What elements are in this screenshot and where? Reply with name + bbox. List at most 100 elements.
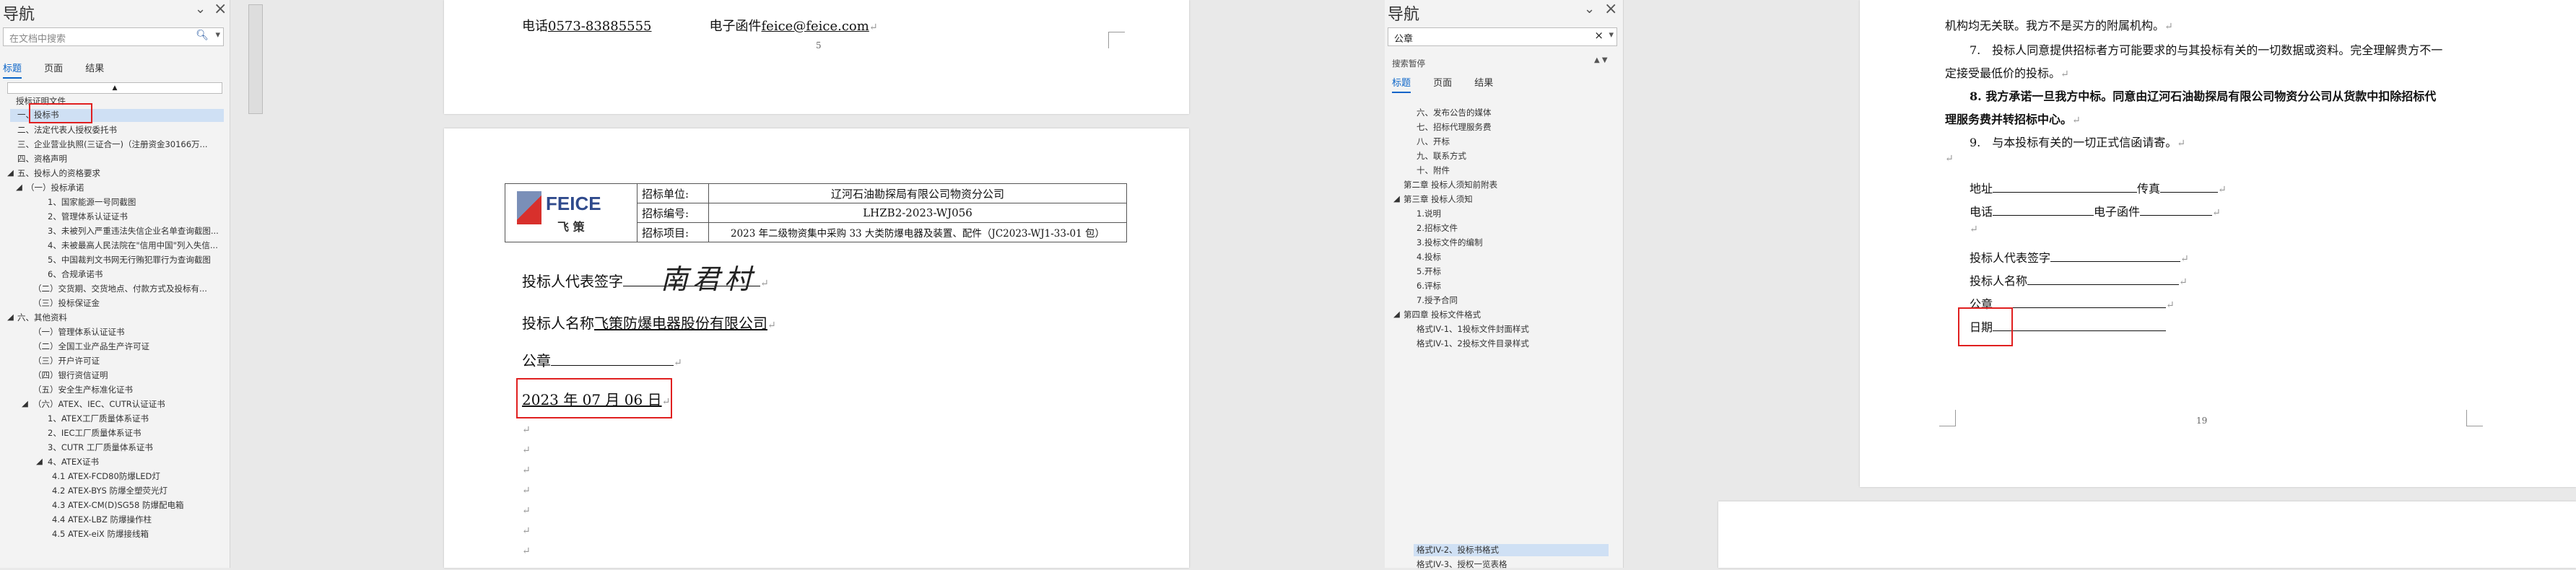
nav-item[interactable]: 2、IEC工厂质量体系证书 (48, 427, 142, 439)
nav-item[interactable]: 格式IV-3、授权一览表格 (1417, 558, 1507, 570)
nav-item[interactable]: 格式IV-1、2投标文件目录样式 (1417, 338, 1529, 349)
tab-pages[interactable]: 页面 (1433, 78, 1452, 89)
left-nav-options-icon[interactable]: ⌄ (195, 1, 206, 17)
expand-icon[interactable]: ◢ (1393, 309, 1400, 319)
vertical-ruler[interactable] (248, 4, 263, 114)
nav-item[interactable]: 八、开标 (1417, 136, 1450, 147)
nav-item[interactable]: （三）开户许可证 (33, 355, 100, 367)
fax-label: 传真 (2137, 182, 2161, 196)
tab-headings[interactable]: 标题 (3, 63, 22, 79)
nav-item[interactable]: 6、合规承诺书 (48, 268, 103, 280)
doc2-bidder-line: 投标人名称 ↵ (1970, 274, 2188, 288)
doc2-item7b: 定接受最低价的投标。↵ (1945, 66, 2069, 80)
nav-item[interactable]: （四）银行资信证明 (33, 369, 108, 381)
search-dropdown-icon[interactable]: ▾ (215, 30, 220, 40)
nav-item[interactable]: 1.说明 (1417, 208, 1441, 219)
nav-item[interactable]: 九、联系方式 (1417, 150, 1466, 162)
doc2-next-page (1718, 501, 2576, 568)
nav-item[interactable]: （一）管理体系认证证书 (33, 326, 125, 338)
nav-item[interactable]: （一）投标承诺 (26, 182, 84, 193)
nav-item[interactable]: 十、附件 (1417, 165, 1450, 176)
vertical-toolbar (245, 0, 266, 568)
nav-item-selected[interactable]: 格式IV-2、投标书格式 (1414, 544, 1609, 556)
search-icon[interactable]: 🔍︎ (196, 30, 209, 41)
nav-item[interactable]: 4.5 ATEX-eiX 防爆接线箱 (52, 528, 149, 540)
right-nav-options-icon[interactable]: ⌄ (1584, 1, 1595, 17)
expand-icon[interactable]: ◢ (22, 398, 28, 408)
nav-item[interactable]: 二、法定代表人授权委托书 (17, 124, 117, 136)
tab-headings[interactable]: 标题 (1392, 78, 1411, 93)
nav-item[interactable]: 3、CUTR 工厂质量体系证书 (48, 442, 153, 453)
right-nav-close-icon[interactable]: × (1604, 0, 1617, 18)
collapse-bar[interactable]: ▲ (7, 82, 222, 94)
nav-item[interactable]: （五）安全生产标准化证书 (33, 384, 133, 395)
left-nav-search-input[interactable]: 在文档中搜索 🔍︎ ▾ (3, 27, 224, 46)
bid-number-label: 招标编号: (637, 203, 709, 223)
nav-item[interactable]: 4、ATEX证书 (48, 456, 99, 468)
seal-label: 公章 (522, 352, 551, 369)
left-nav-close-icon[interactable]: × (214, 0, 227, 18)
nav-item[interactable]: 第三章 投标人须知 (1404, 193, 1473, 205)
result-nav-arrows[interactable]: ▲ ▼ (1594, 56, 1608, 64)
highlight-box-date (516, 378, 672, 418)
nav-item[interactable]: 7.授予合同 (1417, 294, 1458, 306)
nav-item[interactable]: 4、未被最高人民法院在"信用中国"列入失信... (48, 240, 218, 251)
nav-item[interactable]: 1、ATEX工厂质量体系证书 (48, 413, 149, 424)
nav-item[interactable]: 2、管理体系认证证书 (48, 211, 128, 222)
bid-project-value: 2023 年二级物资集中采购 33 大类防爆电器及装置、配件（JC2023-WJ… (708, 222, 1127, 242)
nav-item[interactable]: 3、未被列入严重违法失信企业名单查询截图... (48, 225, 219, 237)
tab-results[interactable]: 结果 (1474, 78, 1493, 89)
nav-item[interactable]: 六、其他资料 (17, 312, 67, 323)
expand-icon[interactable]: ◢ (36, 456, 43, 466)
tab-pages[interactable]: 页面 (44, 63, 63, 74)
paragraph-mark: ↵ (522, 465, 531, 476)
expand-icon[interactable]: ◢ (7, 167, 14, 177)
paragraph-mark: ↵ (1945, 153, 1954, 165)
nav-item[interactable]: 4.投标 (1417, 251, 1441, 263)
nav-item[interactable]: 五、投标人的资格要求 (17, 167, 100, 179)
nav-item[interactable]: 4.2 ATEX-BYS 防爆全塑荧光灯 (52, 485, 167, 496)
nav-item[interactable]: 5.开标 (1417, 266, 1441, 277)
nav-item[interactable]: 六、发布公告的媒体 (1417, 107, 1492, 118)
left-nav-tree: 授标证明文件 一、投标书 二、法定代表人授权委托书 三、企业营业执照(三证合一)… (0, 94, 230, 568)
nav-item[interactable]: 3.投标文件的编制 (1417, 237, 1482, 248)
right-nav-search-value: 公章 (1394, 34, 1414, 45)
tab-results[interactable]: 结果 (85, 63, 104, 74)
nav-item[interactable]: 6.评标 (1417, 280, 1441, 291)
seal-line: 公章 ↵ (522, 352, 682, 369)
nav-item[interactable]: 四、资格声明 (17, 153, 67, 165)
nav-item[interactable]: （二）交货期、交货地点、付款方式及投标有... (33, 283, 207, 294)
rep-sign-label: 投标人代表签字 (1970, 251, 2051, 265)
clear-search-icon[interactable]: × (1594, 29, 1604, 42)
bidder-name-label: 投标人名称 (522, 315, 594, 332)
right-nav-tabs: 标题 页面 结果 (1392, 75, 1512, 93)
search-dropdown-icon[interactable]: ▾ (1609, 30, 1614, 40)
nav-item[interactable]: 格式IV-1、1投标文件封面样式 (1417, 323, 1529, 335)
bid-unit-label: 招标单位: (637, 183, 709, 203)
doc2-line1: 机构均无关联。我方不是买方的附属机构。↵ (1945, 19, 2173, 32)
expand-icon[interactable]: ◢ (1393, 193, 1400, 203)
nav-item[interactable]: 第四章 投标文件格式 (1404, 309, 1481, 320)
nav-item[interactable]: 4.3 ATEX-CM(D)SG58 防爆配电箱 (52, 499, 183, 511)
nav-item[interactable]: 4.1 ATEX-FCD80防爆LED灯 (52, 470, 160, 482)
nav-item[interactable]: 1、国家能源一号同截图 (48, 196, 136, 208)
nav-item[interactable]: （六）ATEX、IEC、CUTR认证证书 (33, 398, 165, 410)
nav-item[interactable]: （二）全国工业产品生产许可证 (33, 341, 149, 352)
expand-icon[interactable]: ◢ (7, 312, 14, 322)
nav-item[interactable]: 七、招标代理服务费 (1417, 121, 1492, 133)
bid-number-value: LHZB2-2023-WJ056 (708, 203, 1127, 223)
nav-item[interactable]: 三、企业营业执照(三证合一)（注册资金30166万... (17, 139, 208, 150)
logo-text: FEICE (546, 193, 601, 214)
bid-unit-value: 辽河石油勘探局有限公司物资分公司 (708, 183, 1127, 203)
doc2-phone-line: 电话 电子函件 ↵ (1970, 205, 2221, 219)
doc1-contact-line: 电话0573-83885555 电子函件feice@feice.com↵ (522, 19, 878, 34)
right-nav-search-input[interactable]: 公章 × ▾ (1388, 27, 1617, 46)
doc1-page-top: 电话0573-83885555 电子函件feice@feice.com↵ 5 (444, 0, 1189, 114)
nav-item[interactable]: 5、中国裁判文书网无行贿犯罪行为查询截图 (48, 254, 211, 266)
nav-item[interactable]: 第二章 投标人须知前附表 (1404, 179, 1497, 190)
nav-item[interactable]: 2.招标文件 (1417, 222, 1458, 234)
nav-item[interactable]: 4.4 ATEX-LBZ 防爆操作柱 (52, 514, 152, 525)
expand-icon[interactable]: ◢ (16, 182, 22, 192)
right-nav-title: 导航 (1388, 6, 1420, 24)
nav-item[interactable]: （三）投标保证金 (33, 297, 100, 309)
